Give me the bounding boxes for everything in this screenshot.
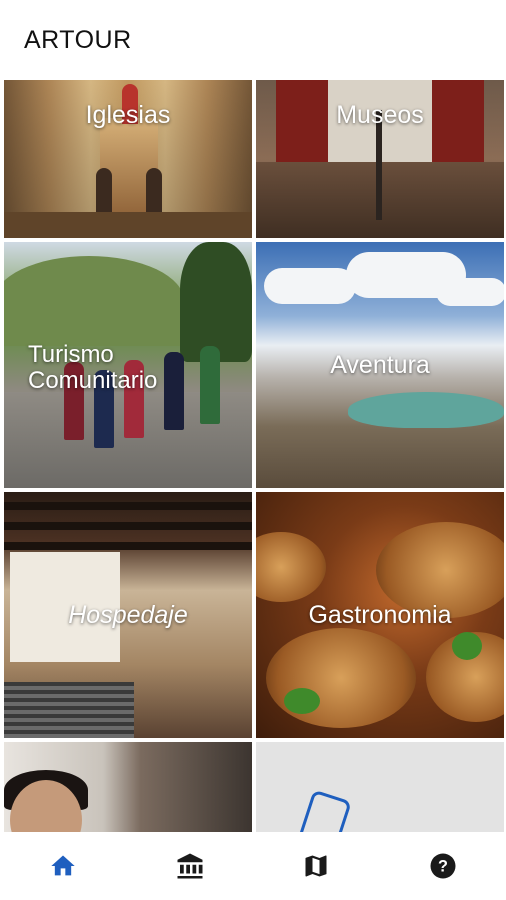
- museum-icon: [177, 853, 203, 879]
- tile-image: [4, 742, 252, 832]
- nav-map[interactable]: [286, 836, 346, 896]
- tile-label-turismo-comunitario: Turismo Comunitario: [28, 341, 158, 395]
- tile-aventura[interactable]: Aventura: [256, 242, 504, 488]
- tile-label-museos: Museos: [336, 101, 424, 129]
- bottom-navigation: ?: [0, 832, 506, 900]
- tile-label-hospedaje: Hospedaje: [68, 601, 188, 629]
- tile-partial-1[interactable]: [4, 742, 252, 832]
- nav-home[interactable]: [33, 836, 93, 896]
- tile-museos[interactable]: Museos: [256, 80, 504, 238]
- phone-icon: [292, 789, 352, 832]
- tile-turismo-comunitario[interactable]: Turismo Comunitario: [4, 242, 252, 488]
- map-icon: [305, 855, 327, 877]
- svg-text:?: ?: [438, 858, 448, 876]
- nav-help[interactable]: ?: [413, 836, 473, 896]
- category-grid: Iglesias Museos Turismo Comunitario Aven…: [0, 80, 506, 832]
- tile-partial-2[interactable]: [256, 742, 504, 832]
- nav-museums[interactable]: [160, 836, 220, 896]
- help-icon: ?: [430, 853, 456, 879]
- tile-hospedaje[interactable]: Hospedaje: [4, 492, 252, 738]
- app-header: ARTOUR: [0, 0, 506, 80]
- tile-gastronomia[interactable]: Gastronomia: [256, 492, 504, 738]
- home-icon: [51, 855, 75, 876]
- app-title: ARTOUR: [24, 25, 132, 54]
- tile-label-aventura: Aventura: [330, 351, 430, 379]
- tile-image: [256, 742, 504, 832]
- tile-label-gastronomia: Gastronomia: [308, 601, 452, 629]
- tile-label-iglesias: Iglesias: [85, 101, 171, 129]
- tile-iglesias[interactable]: Iglesias: [4, 80, 252, 238]
